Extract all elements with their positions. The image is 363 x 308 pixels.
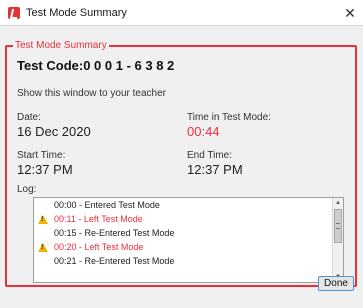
start-time-label: Start Time: [17,150,66,161]
log-list[interactable]: 00:00 - Entered Test Mode 00:11 - Left T… [33,197,344,283]
log-item-text: 00:20 - Left Test Mode [54,242,144,252]
end-time-label: End Time: [187,150,233,161]
log-item[interactable]: 00:21 - Re-Entered Test Mode [34,254,334,268]
log-scrollbar[interactable]: ▲ ▼ [332,198,343,282]
time-in-test-mode-value: 00:44 [187,124,220,139]
window-title: Test Mode Summary [26,7,127,19]
warning-icon [38,243,48,252]
log-item-text: 00:00 - Entered Test Mode [54,200,160,210]
log-item[interactable]: 00:00 - Entered Test Mode [34,198,334,212]
warning-icon [38,215,48,224]
test-mode-icon [8,7,20,19]
start-time-value: 12:37 PM [17,162,73,177]
log-item[interactable]: 00:20 - Left Test Mode [34,240,334,254]
log-item-text: 00:11 - Left Test Mode [54,214,143,224]
log-item[interactable]: 00:15 - Re-Entered Test Mode [34,226,334,240]
log-item[interactable]: 00:11 - Left Test Mode [34,212,334,226]
title-bar: Test Mode Summary ✕ [0,0,363,26]
summary-legend: Test Mode Summary [13,40,109,51]
close-button[interactable]: ✕ [337,0,363,26]
end-time-value: 12:37 PM [187,162,243,177]
scroll-up-icon[interactable]: ▲ [333,198,343,208]
log-item-text: 00:15 - Re-Entered Test Mode [54,228,175,238]
instruction-text: Show this window to your teacher [17,88,166,99]
log-label: Log: [17,184,37,195]
log-item-text: 00:21 - Re-Entered Test Mode [54,256,175,266]
done-button[interactable]: Done [318,276,354,291]
time-in-test-mode-label: Time in Test Mode: [187,112,271,123]
test-code: Test Code:0 0 0 1 - 6 3 8 2 [17,58,175,73]
date-label: Date: [17,112,41,123]
scroll-thumb[interactable] [334,209,342,243]
date-value: 16 Dec 2020 [17,124,91,139]
dialog-body: Test Mode Summary Test Code:0 0 0 1 - 6 … [0,26,363,308]
